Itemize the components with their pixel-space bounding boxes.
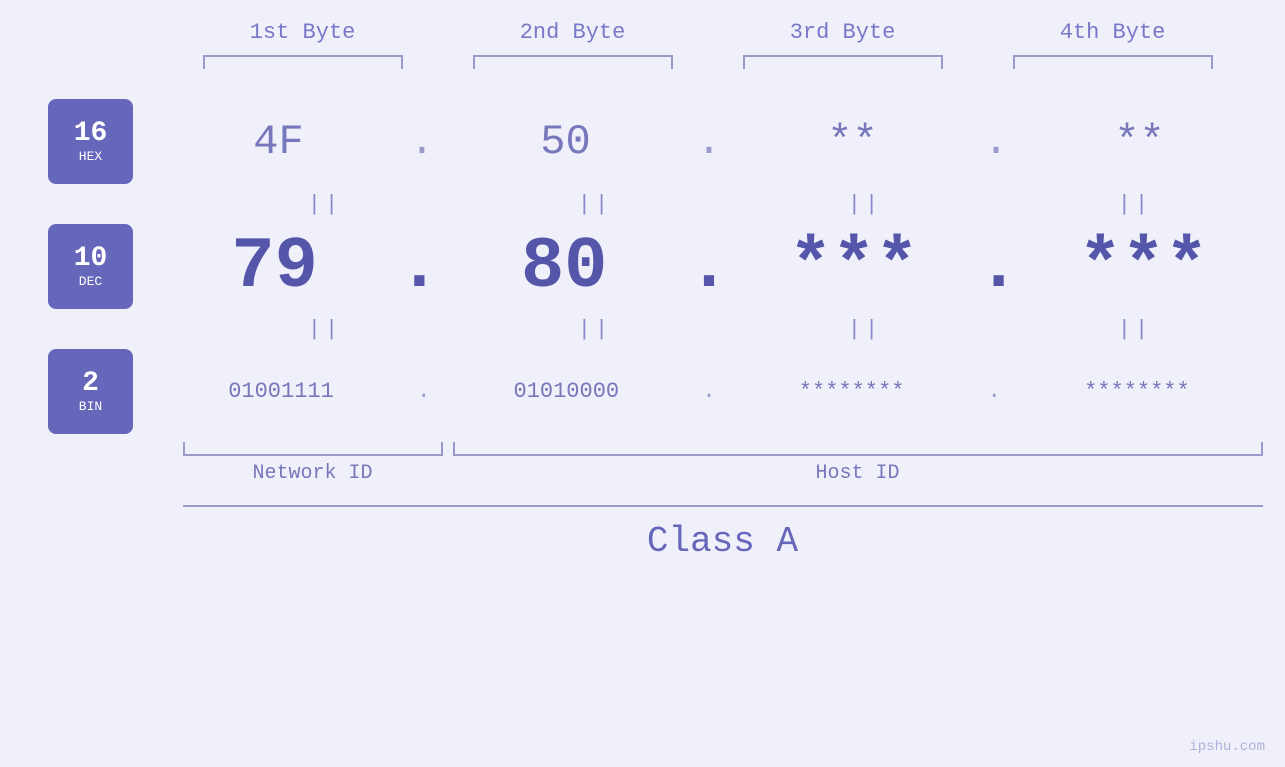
hex-sep3: . (983, 118, 1008, 166)
equals-2-b3: || (755, 317, 975, 342)
hex-sep2: . (696, 118, 721, 166)
hex-byte3: ** (743, 118, 963, 166)
bin-sep3: . (988, 379, 1001, 404)
equals-1-b2: || (485, 192, 705, 217)
class-bracket-line (183, 505, 1263, 507)
hex-sep1: . (409, 118, 434, 166)
equals-2-b4: || (1025, 317, 1245, 342)
bin-sep2: . (702, 379, 715, 404)
dec-sep1: . (398, 226, 441, 308)
equals-row-1: || || || || (190, 184, 1270, 224)
equals-2-b2: || (485, 317, 705, 342)
dec-sep2: . (687, 226, 730, 308)
bracket-byte4 (1013, 55, 1213, 69)
bin-byte3: ******** (742, 379, 962, 404)
hex-badge-num: 16 (74, 119, 108, 150)
hex-byte1: 4F (168, 118, 388, 166)
header-byte1: 1st Byte (183, 20, 423, 45)
bottom-bracket-area: Network ID Host ID (183, 442, 1263, 485)
class-label: Class A (183, 521, 1263, 562)
class-area: Class A (183, 505, 1263, 562)
bracket-byte3 (743, 55, 943, 69)
dec-sep3: . (977, 226, 1020, 308)
main-container: 1st Byte 2nd Byte 3rd Byte 4th Byte 16 H… (0, 0, 1285, 767)
top-brackets (168, 55, 1248, 69)
header-byte3: 3rd Byte (723, 20, 963, 45)
host-id-label: Host ID (453, 462, 1263, 485)
hex-bytes: 4F . 50 . ** . ** (133, 118, 1285, 166)
hex-byte2: 50 (455, 118, 675, 166)
dec-byte1: 79 (165, 226, 385, 308)
equals-2-b1: || (215, 317, 435, 342)
hex-row: 16 HEX 4F . 50 . ** . ** (0, 99, 1285, 184)
dec-badge: 10 DEC (48, 224, 133, 309)
dec-bytes: 79 . 80 . *** . *** (133, 226, 1285, 308)
equals-row-2: || || || || (190, 309, 1270, 349)
bracket-byte1 (203, 55, 403, 69)
bin-row: 2 BIN 01001111 . 01010000 . ******** . *… (0, 349, 1285, 434)
bin-badge: 2 BIN (48, 349, 133, 434)
dec-row: 10 DEC 79 . 80 . *** . *** (0, 224, 1285, 309)
bin-badge-num: 2 (82, 369, 99, 400)
dec-byte4: *** (1033, 226, 1253, 308)
bin-byte2: 01010000 (456, 379, 676, 404)
dec-badge-num: 10 (74, 244, 108, 275)
bin-byte1: 01001111 (171, 379, 391, 404)
bin-byte4: ******** (1027, 379, 1247, 404)
header-byte2: 2nd Byte (453, 20, 693, 45)
equals-1-b4: || (1025, 192, 1245, 217)
hex-badge-label: HEX (79, 149, 102, 164)
byte-headers: 1st Byte 2nd Byte 3rd Byte 4th Byte (168, 20, 1248, 45)
header-byte4: 4th Byte (993, 20, 1233, 45)
network-id-label: Network ID (183, 462, 443, 485)
bin-badge-label: BIN (79, 399, 102, 414)
dec-badge-label: DEC (79, 274, 102, 289)
dec-byte2: 80 (454, 226, 674, 308)
equals-1-b1: || (215, 192, 435, 217)
bin-sep1: . (417, 379, 430, 404)
bracket-byte2 (473, 55, 673, 69)
dec-byte3: *** (744, 226, 964, 308)
bottom-brackets (183, 442, 1263, 456)
bin-bytes: 01001111 . 01010000 . ******** . *******… (133, 379, 1285, 404)
hex-badge: 16 HEX (48, 99, 133, 184)
bottom-labels: Network ID Host ID (183, 462, 1263, 485)
network-bracket (183, 442, 443, 456)
host-bracket (453, 442, 1263, 456)
equals-1-b3: || (755, 192, 975, 217)
watermark: ipshu.com (1189, 739, 1265, 755)
hex-byte4: ** (1030, 118, 1250, 166)
